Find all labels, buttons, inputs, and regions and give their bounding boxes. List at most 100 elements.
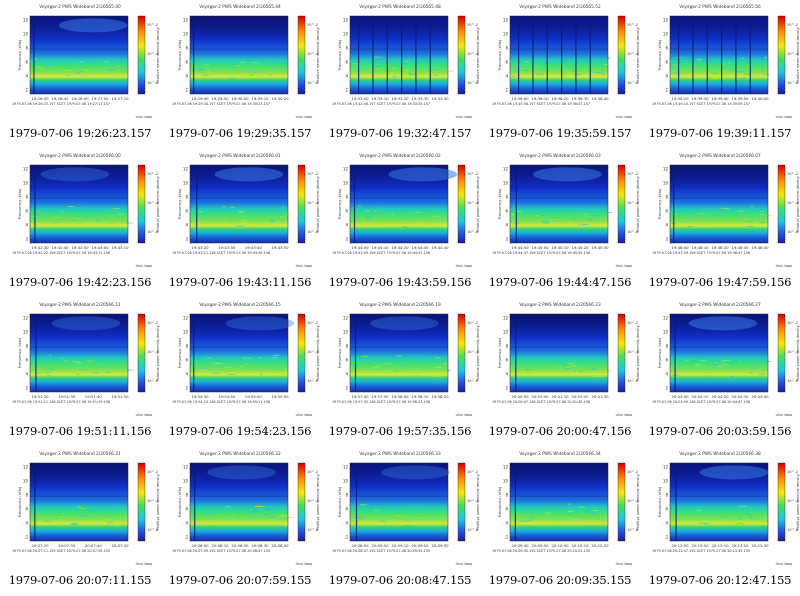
x-tick-label: 19:36:10 (531, 96, 549, 101)
spectrogram-thumbnail[interactable]: Voyager-2 PWS Wideband 2/20566.02 12 10 8 6 4… (320, 149, 480, 273)
spectrogram-thumbnail[interactable]: Voyager-2 PWS Wideband 2/20565.48 12 10 8 6 4… (320, 0, 480, 124)
thumbnail-caption[interactable]: 1979-07-06 19:42:23.156 (0, 275, 160, 289)
spectrogram-thumbnail[interactable]: Voyager-2 PWS Wideband 2/20565.52 12 10 8 6 4… (480, 0, 640, 124)
time-range-footer: 1979-07-06 19:43:11.156 SCET 1979-07-06 … (172, 251, 270, 255)
x-tick-label: 20:12:50 (671, 543, 689, 548)
thumbnail-caption[interactable]: 1979-07-06 20:12:47.155 (640, 573, 800, 587)
thumbnail-caption[interactable]: 1979-07-06 19:54:23.156 (160, 424, 320, 438)
thumbnail-caption[interactable]: 1979-07-06 19:43:11.156 (160, 275, 320, 289)
colorbar (457, 164, 466, 244)
spectrogram-thumbnail[interactable]: Voyager-2 PWS Wideband 2/20566.34 12 10 8 6 4… (480, 447, 640, 571)
y-tick-label: 6 (345, 60, 348, 65)
thumbnail-caption[interactable]: 1979-07-06 20:07:59.155 (160, 573, 320, 587)
colorbar (137, 164, 146, 244)
y-tick-label: 8 (185, 493, 188, 498)
gallery-item[interactable]: Voyager-2 PWS Wideband 2/20566.15 12 10 8 6 4… (160, 298, 320, 447)
spectrogram-thumbnail[interactable]: Voyager-2 PWS Wideband 2/20566.03 12 10 8 6 4… (480, 149, 640, 273)
thumbnail-caption[interactable]: 1979-07-06 20:09:35.155 (480, 573, 640, 587)
x-tick-label: 19:30:00 (231, 96, 249, 101)
x-tick-label: 19:33:20 (391, 96, 409, 101)
y-tick-label: 12 (183, 465, 189, 470)
spectrogram-thumbnail[interactable]: Voyager-2 PWS Wideband 2/20566.33 12 10 8 6 4… (320, 447, 480, 571)
spectrogram-thumbnail[interactable]: Voyager-2 PWS Wideband 2/20565.44 12 10 8 6 4… (160, 0, 320, 124)
thumbnail-caption[interactable]: 1979-07-06 19:29:35.157 (160, 126, 320, 140)
gallery-item[interactable]: Voyager-2 PWS Wideband 2/20566.32 12 10 8 6 4… (160, 447, 320, 596)
gallery-item[interactable]: Voyager-2 PWS Wideband 2/20566.02 12 10 8 6 4… (320, 149, 480, 298)
spectrogram-thumbnail[interactable]: Voyager-2 PWS Wideband 2/20566.15 12 10 8 6 4… (160, 298, 320, 422)
y-tick-label: 10 (183, 330, 189, 335)
y-tick-label: 12 (23, 465, 29, 470)
time-range-footer: 1979-07-06 20:03:59.156 SCET 1979-07-06 … (652, 400, 750, 404)
spectrogram-plot (669, 313, 771, 393)
y-tick-label: 10 (663, 479, 669, 484)
thumbnail-caption[interactable]: 1979-07-06 19:51:11.156 (0, 424, 160, 438)
gallery-item[interactable]: Voyager-2 PWS Wideband 2/20566.31 12 10 8 6 4… (0, 447, 160, 596)
colorbar (457, 462, 466, 542)
spectrogram-thumbnail[interactable]: Voyager-2 PWS Wideband 2/20565.40 12 10 8 6 4… (0, 0, 160, 124)
gallery-item[interactable]: Voyager-2 PWS Wideband 2/20565.52 12 10 8 6 4… (480, 0, 640, 149)
y-tick-label: 2 (665, 88, 668, 93)
x-tick-label: 19:40:00 (751, 96, 769, 101)
gallery-item[interactable]: Voyager-2 PWS Wideband 2/20565.48 12 10 8 6 4… (320, 0, 480, 149)
thumbnail-caption[interactable]: 1979-07-06 19:57:35.156 (320, 424, 480, 438)
gallery-item[interactable]: Voyager-2 PWS Wideband 2/20566.03 12 10 8 6 4… (480, 149, 640, 298)
plot-header: Voyager-2 PWS Wideband 2/20566.03 (519, 153, 601, 159)
y-tick-label: 8 (185, 46, 188, 51)
spectrogram-thumbnail[interactable]: Voyager-2 PWS Wideband 2/20566.07 12 10 8 6 4… (640, 149, 800, 273)
spectrogram-thumbnail[interactable]: Voyager-2 PWS Wideband 2/20566.11 12 10 8 6 4… (0, 298, 160, 422)
thumbnail-caption[interactable]: 1979-07-06 19:32:47.157 (320, 126, 480, 140)
y-tick-label: 10 (503, 330, 509, 335)
spectrogram-thumbnail[interactable]: Voyager-2 PWS Wideband 2/20566.00 12 10 8 6 4… (0, 149, 160, 273)
spectrogram-thumbnail[interactable]: Voyager-2 PWS Wideband 2/20566.23 12 10 8 6 4… (480, 298, 640, 422)
thumbnail-caption[interactable]: 1979-07-06 20:00:47.156 (480, 424, 640, 438)
gallery-item[interactable]: Voyager-2 PWS Wideband 2/20566.33 12 10 8 6 4… (320, 447, 480, 596)
gallery-item[interactable]: Voyager-2 PWS Wideband 2/20566.19 12 10 8 6 4… (320, 298, 480, 447)
x-tick-label: 20:09:00 (371, 543, 389, 548)
gallery-item[interactable]: Voyager-2 PWS Wideband 2/20566.01 12 10 8 6 4… (160, 149, 320, 298)
y-tick-label: 10 (663, 32, 669, 37)
thumbnail-caption[interactable]: 1979-07-06 19:47:59.156 (640, 275, 800, 289)
spectrogram-thumbnail[interactable]: Voyager-2 PWS Wideband 2/20566.01 12 10 8 6 4… (160, 149, 320, 273)
gallery-item[interactable]: Voyager-2 PWS Wideband 2/20565.44 12 10 8 6 4… (160, 0, 320, 149)
spectrogram-thumbnail[interactable]: Voyager-2 PWS Wideband 2/20566.32 12 10 8 6 4… (160, 447, 320, 571)
spectrogram-thumbnail[interactable]: Voyager-2 PWS Wideband 2/20566.38 12 10 8 6 4… (640, 447, 800, 571)
spectrogram-thumbnail[interactable]: Voyager-2 PWS Wideband 2/20566.19 12 10 8 6 4… (320, 298, 480, 422)
y-tick-label: 10 (663, 330, 669, 335)
gallery-item[interactable]: Voyager-2 PWS Wideband 2/20566.23 12 10 8 6 4… (480, 298, 640, 447)
gallery-item[interactable]: Voyager-2 PWS Wideband 2/20566.00 12 10 8 6 4… (0, 149, 160, 298)
thumbnail-caption[interactable]: 1979-07-06 20:03:59.156 (640, 424, 800, 438)
colorbar-tick-label: 10^-2 (787, 470, 798, 474)
x-tick-label: 19:48:00 (671, 245, 689, 250)
y-axis-label: Frequency (kHz) (657, 337, 662, 368)
thumbnail-caption[interactable]: 1979-07-06 20:07:11.155 (0, 573, 160, 587)
thumbnail-caption[interactable]: 1979-07-06 19:43:59.156 (320, 275, 480, 289)
spectrogram-thumbnail[interactable]: Voyager-2 PWS Wideband 2/20565.56 12 10 8 6 4… (640, 0, 800, 124)
colorbar-tick-label: 10^-2 (627, 470, 638, 474)
y-tick-label: 2 (25, 386, 28, 391)
y-tick-label: 12 (183, 316, 189, 321)
colorbar-tick-label: 10^-2 (627, 321, 638, 325)
y-tick-label: 10 (183, 181, 189, 186)
y-tick-label: 2 (25, 535, 28, 540)
spectrogram-thumbnail[interactable]: Voyager-2 PWS Wideband 2/20566.31 12 10 8 6 4… (0, 447, 160, 571)
thumbnail-caption[interactable]: 1979-07-06 19:26:23.157 (0, 126, 160, 140)
gallery-item[interactable]: Voyager-2 PWS Wideband 2/20566.34 12 10 8 6 4… (480, 447, 640, 596)
gallery-item[interactable]: Voyager-2 PWS Wideband 2/20565.40 12 10 8 6 4… (0, 0, 160, 149)
y-tick-label: 4 (665, 223, 668, 228)
x-tick-label: 20:10:00 (551, 543, 569, 548)
thumbnail-caption[interactable]: 1979-07-06 19:44:47.156 (480, 275, 640, 289)
thumbnail-caption[interactable]: 1979-07-06 19:35:59.157 (480, 126, 640, 140)
gallery-item[interactable]: Voyager-2 PWS Wideband 2/20566.27 12 10 8 6 4… (640, 298, 800, 447)
thumbnail-caption[interactable]: 1979-07-06 19:39:11.157 (640, 126, 800, 140)
colorbar-tick-label: 10^-2 (307, 321, 318, 325)
gallery-item[interactable]: Voyager-2 PWS Wideband 2/20566.11 12 10 8 6 4… (0, 298, 160, 447)
colorbar (457, 15, 466, 95)
gallery-item[interactable]: Voyager-2 PWS Wideband 2/20566.07 12 10 8 6 4… (640, 149, 800, 298)
x-tick-label: 19:36:30 (571, 96, 589, 101)
colorbar (777, 15, 786, 95)
gallery-item[interactable]: Voyager-2 PWS Wideband 2/20565.56 12 10 8 6 4… (640, 0, 800, 149)
spectrogram-thumbnail[interactable]: Voyager-2 PWS Wideband 2/20566.27 12 10 8 6 4… (640, 298, 800, 422)
thumbnail-caption[interactable]: 1979-07-06 20:08:47.155 (320, 573, 480, 587)
y-tick-label: 4 (185, 372, 188, 377)
gallery-item[interactable]: Voyager-2 PWS Wideband 2/20566.38 12 10 8 6 4… (640, 447, 800, 596)
